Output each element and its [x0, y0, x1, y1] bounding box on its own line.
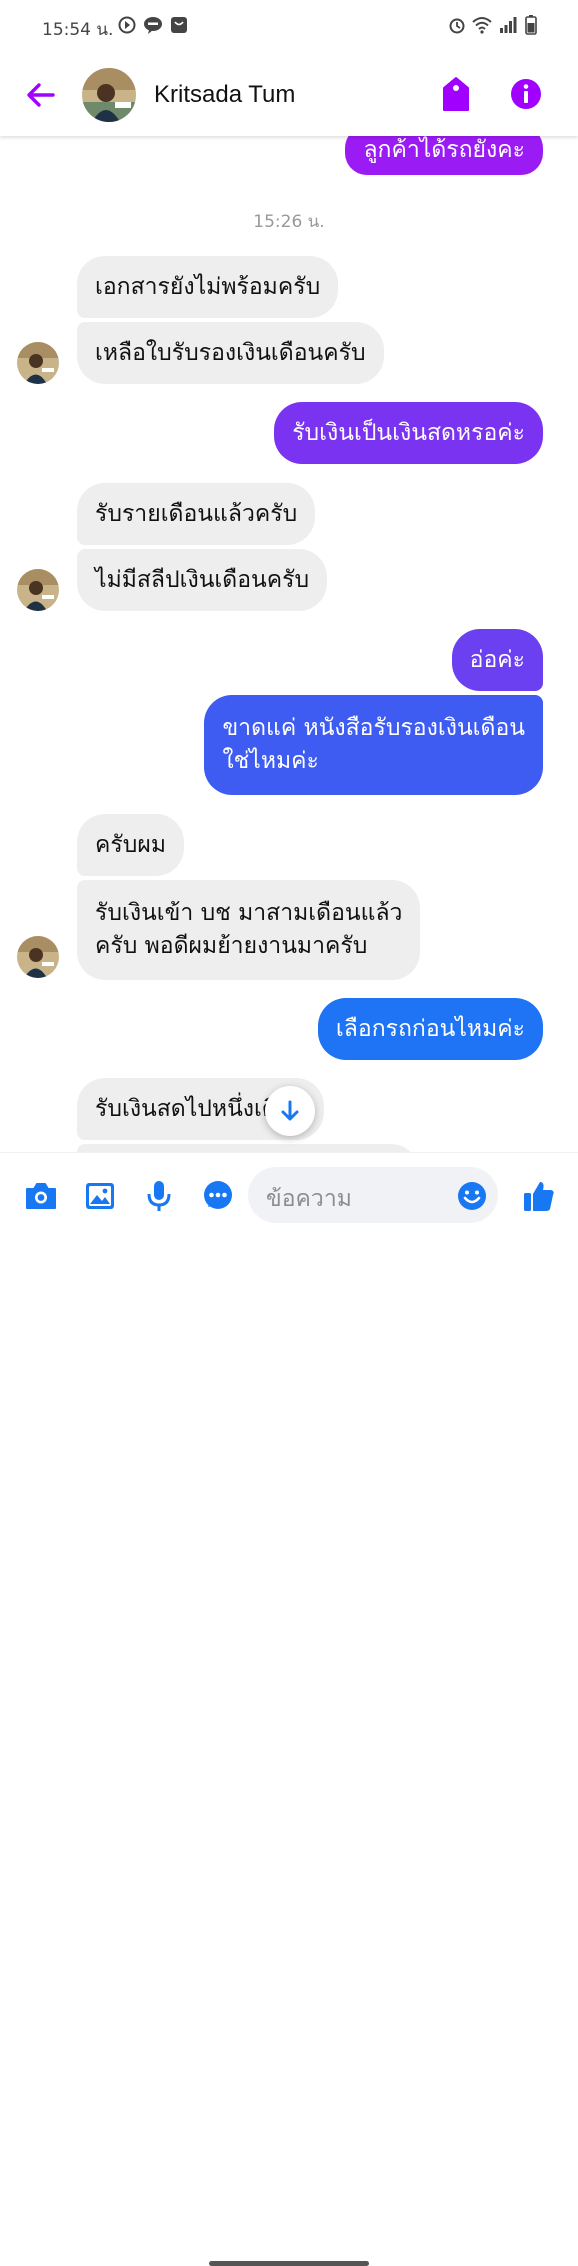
message-composer: ข้อความ [0, 1152, 578, 2266]
status-bar: 15:54 น. [0, 0, 578, 52]
message-list[interactable]: ลูกค้าได้รถยังคะ 15:26 น. เอกสารยังไม่พร… [0, 136, 578, 1152]
arrow-down-icon [281, 1100, 299, 1121]
line-app-icon [143, 16, 163, 34]
sender-avatar[interactable] [17, 342, 59, 384]
thumbs-up-icon[interactable] [522, 1179, 556, 1213]
message-bubble-outgoing[interactable]: ลูกค้าได้รถยังคะ [345, 136, 543, 175]
status-time: 15:54 น. [42, 20, 114, 40]
message-bubble-incoming[interactable]: ครับผม [77, 814, 184, 876]
emoji-icon[interactable] [456, 1180, 488, 1212]
message-bubble-incoming[interactable]: รับเงินเข้า บช มาสามเดือนแล้ว ครับ พอดีผ… [77, 880, 421, 980]
info-icon[interactable] [510, 76, 542, 112]
message-bubble-incoming[interactable]: เอกสารยังไม่พร้อมครับ [77, 256, 339, 318]
alarm-icon [448, 16, 466, 34]
messenger-more-icon[interactable] [201, 1179, 235, 1213]
signal-icon [499, 16, 517, 34]
message-bubble-outgoing[interactable]: อ่อค่ะ [451, 629, 543, 691]
message-bubble-incoming[interactable]: เหลือใบรับรองเงินเดือนครับ [77, 322, 384, 384]
message-bubble-incoming-partial[interactable] [77, 1144, 419, 1152]
message-input-placeholder: ข้อความ [266, 1186, 352, 1212]
contact-name[interactable]: Kritsada Tum [154, 81, 295, 109]
contact-avatar[interactable] [82, 68, 136, 122]
message-bubble-outgoing[interactable]: ขาดแค่ หนังสือรับรองเงินเดือน ใช่ไหมค่ะ [204, 695, 543, 795]
message-bubble-incoming[interactable]: ไม่มีสลีปเงินเดือนครับ [77, 549, 328, 611]
battery-icon [525, 15, 537, 35]
message-timestamp: 15:26 น. [253, 212, 325, 232]
message-input[interactable]: ข้อความ [248, 1167, 498, 1223]
back-arrow-icon[interactable] [22, 76, 60, 114]
sender-avatar[interactable] [17, 936, 59, 978]
gallery-icon[interactable] [83, 1179, 117, 1213]
message-bubble-outgoing[interactable]: เลือกรถก่อนไหมค่ะ [317, 998, 543, 1060]
microphone-icon[interactable] [142, 1179, 176, 1213]
message-bubble-outgoing[interactable]: รับเงินเป็นเงินสดหรอค่ะ [274, 402, 543, 464]
navigation-app-icon [118, 16, 136, 34]
tag-icon[interactable] [440, 76, 472, 112]
scroll-to-bottom-button[interactable] [265, 1086, 315, 1136]
home-indicator [209, 2261, 369, 2266]
wifi-icon [472, 16, 492, 34]
conversation-header: Kritsada Tum [0, 52, 578, 136]
camera-icon[interactable] [24, 1179, 58, 1213]
message-bubble-incoming[interactable]: รับรายเดือนแล้วครับ [77, 483, 316, 545]
sender-avatar[interactable] [17, 569, 59, 611]
shopping-bag-icon [170, 16, 188, 34]
